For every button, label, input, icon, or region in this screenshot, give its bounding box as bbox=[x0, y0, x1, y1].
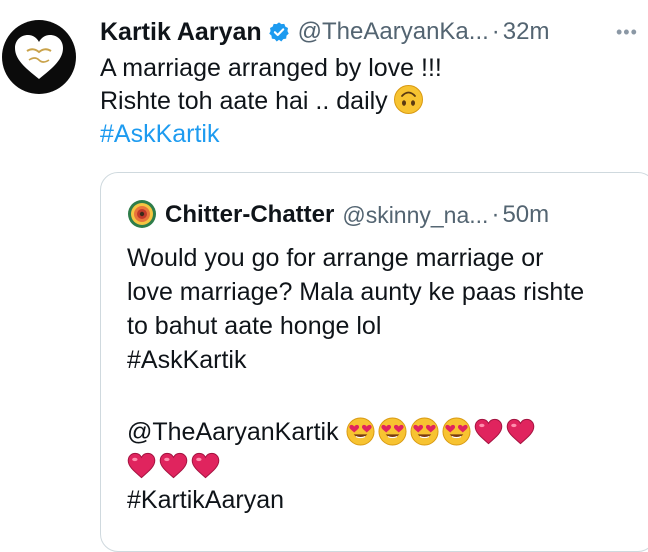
heart-eyes-face-icon bbox=[346, 417, 375, 446]
quote-hashtag-kartikaaryan[interactable]: #KartikAaryan bbox=[127, 483, 584, 517]
heart-eyes-face-icon bbox=[410, 417, 439, 446]
quote-line-2: love marriage? Mala aunty ke paas rishte bbox=[127, 278, 585, 306]
red-heart-icon bbox=[506, 417, 535, 446]
tweet-line-2-text: Rishte toh aate hai .. daily bbox=[100, 87, 388, 115]
red-heart-icon bbox=[191, 451, 220, 480]
red-heart-icon bbox=[127, 451, 156, 480]
quote-author-name[interactable]: Chitter-Chatter bbox=[165, 201, 334, 229]
chitter-chatter-avatar-icon[interactable] bbox=[127, 199, 157, 229]
quoted-tweet-card[interactable]: Chitter-Chatter @skinny_na... · 50m Woul… bbox=[100, 172, 648, 552]
tweet-line-1: A marriage arranged by love !!! bbox=[100, 54, 442, 82]
quote-line-1: Would you go for arrange marriage or bbox=[127, 244, 544, 272]
quote-mention[interactable]: @TheAaryanKartik bbox=[127, 418, 339, 446]
heart-logo-icon bbox=[15, 35, 63, 79]
quote-mention-row: @TheAaryanKartik bbox=[127, 415, 584, 449]
more-options-icon[interactable]: ••• bbox=[616, 22, 638, 43]
quote-body: Would you go for arrange marriage or lov… bbox=[127, 241, 584, 517]
verified-badge-icon bbox=[268, 22, 289, 42]
separator-dot: · bbox=[491, 18, 500, 45]
quote-line-3: to bahut aate honge lol bbox=[127, 312, 382, 340]
tweet-body: A marriage arranged by love !!! Rishte t… bbox=[100, 52, 442, 151]
red-heart-icon bbox=[474, 417, 503, 446]
heart-eyes-face-icon bbox=[378, 417, 407, 446]
tweet-line-2: Rishte toh aate hai .. daily bbox=[100, 85, 442, 118]
quote-hashtag-askkartik[interactable]: #AskKartik bbox=[127, 343, 584, 377]
author-name[interactable]: Kartik Aaryan bbox=[100, 18, 262, 47]
quote-separator-dot: · bbox=[491, 201, 500, 228]
upside-down-face-icon bbox=[393, 85, 423, 114]
tweet-header: Kartik Aaryan @TheAaryanKa... · 32m bbox=[100, 14, 549, 50]
tweet-time[interactable]: 32m bbox=[503, 18, 550, 46]
quote-author-handle[interactable]: @skinny_na... bbox=[342, 202, 488, 229]
quote-header: Chitter-Chatter @skinny_na... · 50m bbox=[165, 197, 549, 233]
quote-emoji-row bbox=[127, 449, 584, 483]
tweet-hashtag[interactable]: #AskKartik bbox=[100, 118, 442, 151]
quote-time[interactable]: 50m bbox=[502, 201, 549, 229]
tweet-avatar[interactable] bbox=[2, 20, 76, 94]
author-handle[interactable]: @TheAaryanKa... bbox=[298, 18, 489, 46]
red-heart-icon bbox=[159, 451, 188, 480]
heart-eyes-face-icon bbox=[442, 417, 471, 446]
